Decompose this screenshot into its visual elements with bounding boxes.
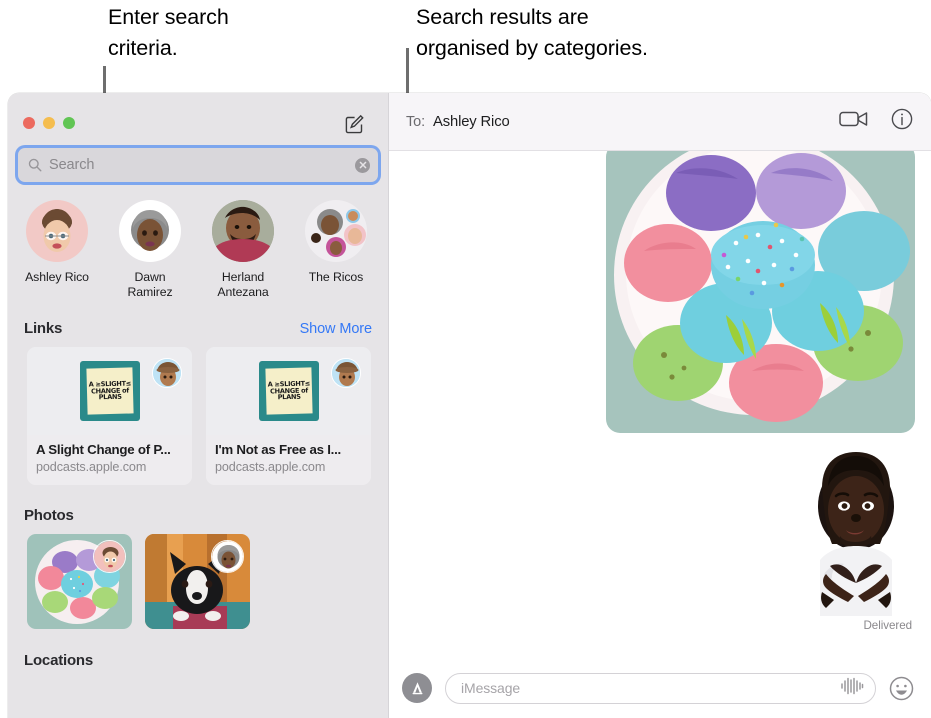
link-card[interactable]: A ≥SLIGHT≤ CHANGE of PLANS <box>27 347 192 485</box>
photo-thumbnail-dog[interactable] <box>145 534 250 629</box>
sender-avatar <box>93 540 126 573</box>
avatar <box>26 200 88 262</box>
avatar <box>212 200 274 262</box>
message-sticker-memoji[interactable] <box>800 448 913 616</box>
podcast-art-line: PLANS <box>277 393 301 402</box>
sender-avatar <box>152 358 182 388</box>
contact-name: Dawn Ramirez <box>127 270 173 299</box>
contact-dawn-ramirez[interactable]: Dawn Ramirez <box>115 200 185 300</box>
photo-thumbnail-macarons[interactable] <box>27 534 132 629</box>
link-meta: A Slight Change of P... podcasts.apple.c… <box>27 435 192 485</box>
imessage-placeholder-text: iMessage <box>461 680 521 696</box>
show-more-links-link[interactable]: Show More <box>300 321 373 337</box>
section-title-locations: Locations <box>24 652 94 669</box>
search-placeholder-text: Search <box>49 157 95 173</box>
contact-name: The Ricos <box>308 270 364 284</box>
link-thumbnail: A ≥SLIGHT≤ CHANGE of PLANS <box>206 347 371 435</box>
sidebar-titlebar <box>8 93 388 148</box>
delivered-status: Delivered <box>863 619 912 632</box>
links-results-row: A ≥SLIGHT≤ CHANGE of PLANS A Slight Chan… <box>8 337 388 485</box>
conversation-header-actions <box>839 108 913 135</box>
section-title-photos: Photos <box>24 507 74 524</box>
video-camera-icon[interactable] <box>839 109 869 134</box>
sender-avatar <box>211 540 244 573</box>
search-input[interactable]: Search <box>18 148 378 182</box>
contacts-results-row: Ashley Rico Dawn Ramirez Herland Antezan… <box>8 182 388 300</box>
contact-name: Ashley Rico <box>25 270 89 284</box>
compose-icon[interactable] <box>344 113 366 135</box>
compose-bar: iMessage <box>389 658 931 718</box>
minimize-button[interactable] <box>43 117 55 129</box>
close-button[interactable] <box>23 117 35 129</box>
clear-icon[interactable] <box>355 157 370 173</box>
callout-search-results-categories: Search results are organised by categori… <box>416 5 648 60</box>
podcast-artwork-icon: A ≥SLIGHT≤ CHANGE of PLANS <box>79 361 140 421</box>
links-section-header: Links Show More <box>8 320 388 337</box>
group-avatar <box>305 200 367 262</box>
conversation-header: To: Ashley Rico <box>389 93 931 151</box>
link-thumbnail: A ≥SLIGHT≤ CHANGE of PLANS <box>27 347 192 435</box>
link-title: I'm Not as Free as I... <box>215 442 341 457</box>
message-thread[interactable]: Delivered <box>389 151 931 658</box>
photos-section-header: Photos <box>8 507 388 524</box>
emoji-smiley-icon[interactable] <box>889 676 914 701</box>
app-store-icon[interactable] <box>402 673 432 703</box>
link-card[interactable]: A ≥SLIGHT≤ CHANGE of PLANS <box>206 347 371 485</box>
messages-window: Search Ashley Rico Dawn Ramirez Herland … <box>8 93 931 718</box>
search-sidebar: Search Ashley Rico Dawn Ramirez Herland … <box>8 93 388 718</box>
conversation-pane: To: Ashley Rico Delivered iMessage <box>388 93 931 718</box>
photos-results-row <box>8 524 388 629</box>
locations-section-header: Locations <box>8 652 388 669</box>
imessage-input[interactable]: iMessage <box>445 672 876 704</box>
search-field-wrap: Search <box>18 148 378 182</box>
sender-avatar <box>331 358 361 388</box>
message-photo-macarons[interactable] <box>606 151 915 433</box>
section-title-links: Links <box>24 320 63 337</box>
contact-herland-antezana[interactable]: Herland Antezana <box>208 200 278 300</box>
contact-the-ricos[interactable]: The Ricos <box>301 200 371 300</box>
search-icon <box>28 158 42 172</box>
callout-enter-search-criteria: Enter search criteria. <box>108 5 229 60</box>
link-title: A Slight Change of P... <box>36 442 171 457</box>
avatar <box>119 200 181 262</box>
podcast-art-line: PLANS <box>98 393 122 402</box>
info-icon[interactable] <box>891 108 913 135</box>
contact-ashley-rico[interactable]: Ashley Rico <box>22 200 92 300</box>
contact-name: Herland Antezana <box>217 270 269 299</box>
audio-waveform-icon[interactable] <box>840 677 864 700</box>
recipient-name[interactable]: Ashley Rico <box>433 114 510 130</box>
podcast-artwork-icon: A ≥SLIGHT≤ CHANGE of PLANS <box>258 361 319 421</box>
to-label: To: <box>406 113 426 130</box>
link-domain: podcasts.apple.com <box>215 460 326 474</box>
window-traffic-lights <box>23 117 75 129</box>
link-meta: I'm Not as Free as I... podcasts.apple.c… <box>206 435 371 485</box>
link-domain: podcasts.apple.com <box>36 460 147 474</box>
maximize-button[interactable] <box>63 117 75 129</box>
